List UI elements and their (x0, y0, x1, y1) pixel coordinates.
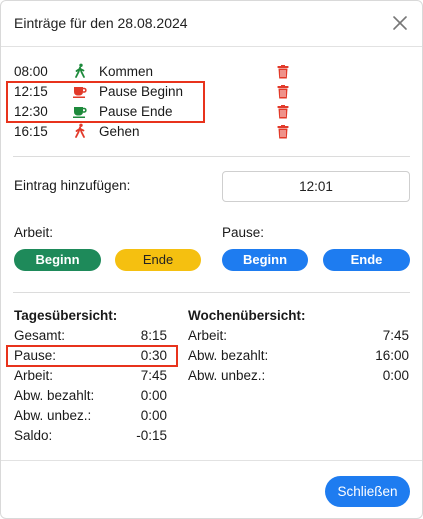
walking-person-icon (72, 123, 88, 139)
entry-row: 16:15 Gehen (14, 122, 304, 142)
summary-row: Abw. unbez.: 0:00 (14, 408, 167, 426)
pause-beginn-button[interactable]: Beginn (222, 249, 308, 271)
summary-key: Saldo: (14, 428, 53, 443)
add-entry-label: Eintrag hinzufügen: (14, 178, 131, 193)
summary-value: 16:00 (375, 348, 409, 363)
close-button[interactable]: Schließen (325, 476, 410, 507)
trash-icon[interactable] (277, 125, 289, 139)
summary-row: Arbeit: 7:45 (188, 328, 409, 346)
entry-label: Gehen (99, 124, 140, 139)
pause-entries-highlight (6, 81, 205, 123)
arbeit-label: Arbeit: (14, 225, 54, 240)
entry-time: 08:00 (14, 64, 48, 79)
pause-label: Pause: (222, 225, 265, 240)
trash-icon[interactable] (277, 85, 289, 99)
dialog-title: Einträge für den 28.08.2024 (14, 15, 188, 31)
summary-row: Gesamt: 8:15 (14, 328, 167, 346)
summary-row: Abw. bezahlt: 16:00 (188, 348, 409, 366)
entry-time: 16:15 (14, 124, 48, 139)
divider (13, 156, 410, 157)
wochenuebersicht-title: Wochenübersicht: (188, 308, 306, 323)
summary-key: Abw. bezahlt: (14, 388, 95, 403)
entry-time-input[interactable] (222, 171, 410, 202)
summary-key: Arbeit: (188, 328, 228, 343)
summary-value: 0:00 (382, 368, 409, 383)
entry-label: Kommen (99, 64, 154, 79)
summary-key: Abw. unbez.: (188, 368, 266, 383)
summary-value: 8:15 (140, 328, 167, 343)
tagesuebersicht-title: Tagesübersicht: (14, 308, 118, 323)
trash-icon[interactable] (277, 105, 289, 119)
pause-summary-highlight (6, 345, 178, 367)
pause-ende-button[interactable]: Ende (323, 249, 410, 271)
summary-key: Gesamt: (14, 328, 66, 343)
close-icon[interactable] (390, 13, 410, 33)
summary-row: Abw. unbez.: 0:00 (188, 368, 409, 386)
summary-key: Abw. bezahlt: (188, 348, 269, 363)
summary-row: Arbeit: 7:45 (14, 368, 167, 386)
arbeit-ende-button[interactable]: Ende (115, 249, 201, 271)
summary-value: 0:00 (140, 408, 167, 423)
walking-person-icon (72, 63, 88, 79)
entries-dialog: Einträge für den 28.08.2024 08:00 Kommen (0, 0, 423, 519)
summary-key: Arbeit: (14, 368, 54, 383)
summary-value: 7:45 (382, 328, 409, 343)
summary-value: 0:00 (140, 388, 167, 403)
summary-value: 7:45 (140, 368, 167, 383)
summary-value: -0:15 (136, 428, 167, 443)
dialog-header: Einträge für den 28.08.2024 (1, 1, 422, 47)
summary-key: Abw. unbez.: (14, 408, 92, 423)
divider (13, 292, 410, 293)
entry-row: 08:00 Kommen (14, 62, 304, 82)
footer-divider (1, 460, 422, 461)
arbeit-beginn-button[interactable]: Beginn (14, 249, 101, 271)
trash-icon[interactable] (277, 65, 289, 79)
summary-row: Saldo: -0:15 (14, 428, 167, 446)
summary-row: Abw. bezahlt: 0:00 (14, 388, 167, 406)
